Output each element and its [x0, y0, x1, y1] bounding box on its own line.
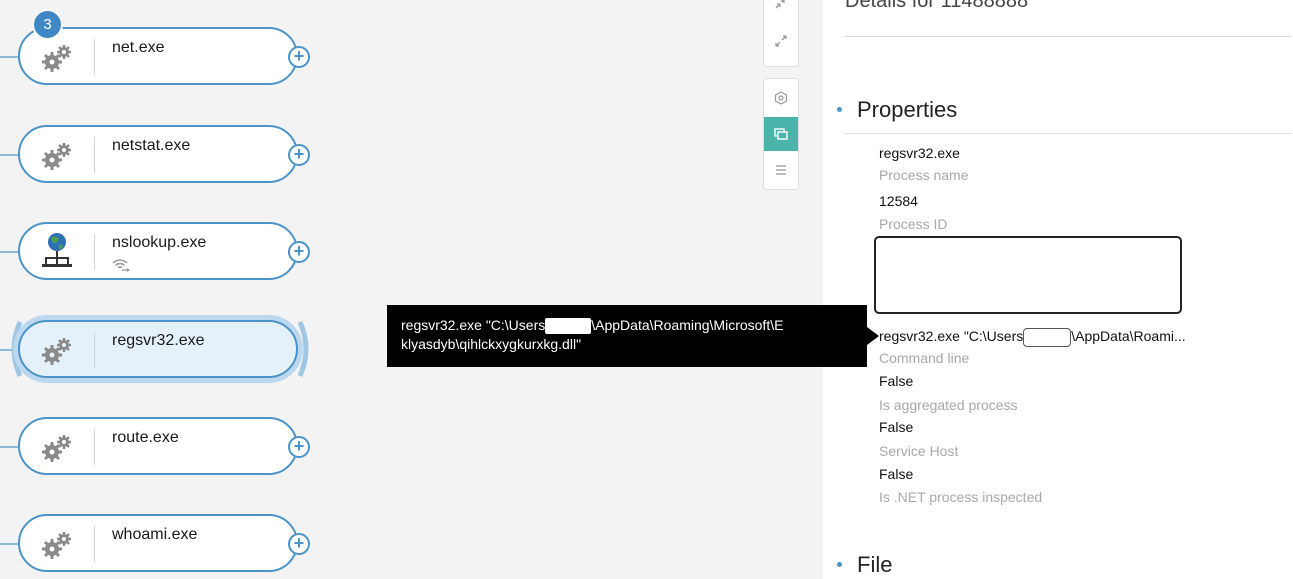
expand-plus-icon[interactable]: + [288, 241, 310, 263]
section-heading: File [857, 552, 893, 577]
process-node-nslookup[interactable]: nslookup.exe + [18, 222, 310, 280]
expand-icon[interactable] [764, 24, 798, 58]
command-line-value[interactable]: regsvr32.exe "C:\Users \AppData\Roami... [879, 328, 1186, 347]
tooltip-line-2: klyasdyb\qihlckxygkurxkg.dll" [401, 336, 582, 352]
network-globe-icon [42, 232, 76, 267]
graph-toolbar [763, 78, 799, 190]
file-section-header[interactable]: File [837, 552, 893, 578]
node-divider [94, 39, 95, 75]
list-icon[interactable] [764, 153, 798, 187]
wifi-arrow-icon [112, 258, 132, 277]
net-inspected-label: Is .NET process inspected [879, 489, 1043, 505]
child-count-badge: 3 [32, 9, 63, 40]
redaction-box [1023, 328, 1072, 347]
process-tree: 3 net.exe + netstat.exe + nslookup.exe +… [0, 0, 760, 579]
process-name: route.exe [112, 429, 179, 446]
section-heading: Properties [857, 97, 958, 122]
tooltip-line-1: regsvr32.exe "C:\Users \AppData\Roaming\M… [401, 316, 853, 335]
process-name: regsvr32.exe [112, 332, 205, 349]
expand-plus-icon[interactable]: + [288, 144, 310, 166]
node-divider [94, 234, 95, 270]
tooltip-text: \AppData\Roaming\Microsoft\E [591, 317, 784, 333]
process-node-netstat[interactable]: netstat.exe + [18, 125, 310, 183]
process-node-regsvr32[interactable]: regsvr32.exe [18, 320, 298, 378]
copy-icon[interactable] [764, 117, 798, 151]
process-id-value: 12584 [879, 193, 918, 209]
command-line-text: regsvr32.exe "C:\Users [879, 328, 1024, 345]
gears-icon [40, 336, 74, 366]
selection-arc-right [298, 320, 309, 378]
redacted-field-box [874, 236, 1182, 314]
tree-connector [0, 543, 18, 545]
bullet-icon [837, 562, 842, 567]
tooltip-text: regsvr32.exe "C:\Users [401, 317, 546, 333]
service-host-label: Service Host [879, 443, 959, 459]
graph-toolbar-top [763, 0, 799, 67]
collapse-icon[interactable] [764, 0, 798, 20]
process-name: net.exe [112, 39, 165, 56]
process-name-value: regsvr32.exe [879, 145, 960, 161]
process-node-whoami[interactable]: whoami.exe + [18, 514, 310, 572]
command-line-label: Command line [879, 350, 970, 366]
process-name: netstat.exe [112, 137, 191, 154]
node-divider [94, 429, 95, 465]
details-title: Details for 11488888 [845, 0, 1029, 12]
process-id-label: Process ID [879, 216, 948, 232]
expand-plus-icon[interactable]: + [288, 436, 310, 458]
node-divider [94, 332, 95, 368]
properties-section-header[interactable]: Properties [837, 97, 958, 123]
command-line-tooltip: regsvr32.exe "C:\Users \AppData\Roaming\M… [387, 305, 879, 367]
net-inspected-value: False [879, 466, 914, 482]
details-panel: Details for 11488888 Properties regsvr32… [823, 0, 1293, 579]
tree-connector [0, 446, 18, 448]
command-line-text: \AppData\Roami... [1071, 328, 1186, 345]
expand-plus-icon[interactable]: + [288, 533, 310, 555]
tree-connector [0, 56, 18, 58]
aggregated-label: Is aggregated process [879, 397, 1018, 413]
process-node-net[interactable]: net.exe + [18, 27, 310, 85]
node-divider [94, 137, 95, 173]
process-node-route[interactable]: route.exe + [18, 417, 310, 475]
gears-icon [40, 530, 74, 560]
redaction-box [545, 318, 592, 335]
node-divider [94, 526, 95, 562]
gears-icon [40, 43, 74, 73]
hexagon-icon[interactable] [764, 81, 798, 115]
process-name: nslookup.exe [112, 234, 207, 251]
bullet-icon [837, 107, 842, 112]
divider [845, 36, 1291, 37]
service-host-value: False [879, 419, 914, 435]
process-name-label: Process name [879, 167, 969, 183]
expand-plus-icon[interactable]: + [288, 46, 310, 68]
tree-connector [0, 251, 18, 253]
divider [845, 133, 1291, 134]
process-name: whoami.exe [112, 526, 198, 543]
gears-icon [40, 141, 74, 171]
tree-connector [0, 154, 18, 156]
gears-icon [40, 433, 74, 463]
aggregated-value: False [879, 373, 914, 389]
